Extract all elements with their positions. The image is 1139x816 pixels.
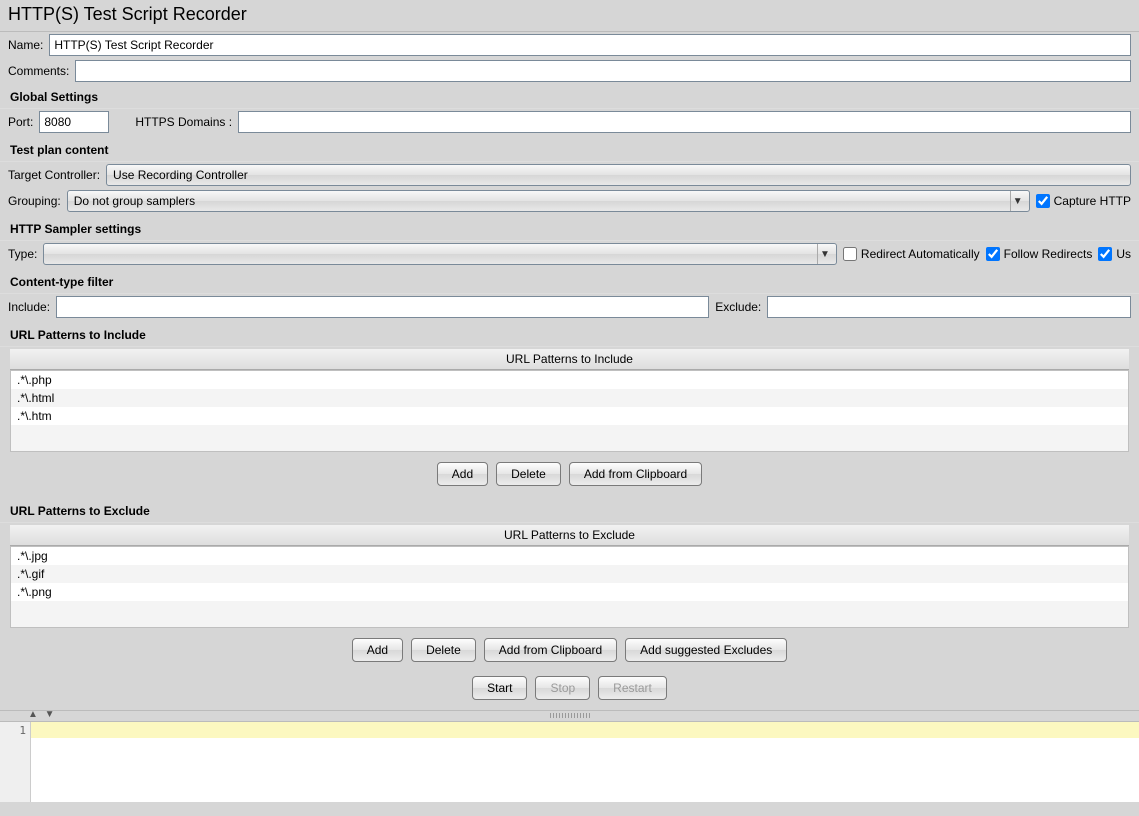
port-input[interactable] — [39, 111, 109, 133]
grouping-value: Do not group samplers — [72, 194, 1010, 208]
include-input[interactable] — [56, 296, 709, 318]
use-keepalive-checkbox[interactable] — [1098, 247, 1112, 261]
name-input[interactable] — [49, 34, 1131, 56]
grouping-label: Grouping: — [8, 194, 61, 208]
capture-http-label: Capture HTTP — [1054, 194, 1131, 208]
global-heading: Global Settings — [0, 84, 1139, 108]
https-domains-label: HTTPS Domains : — [135, 115, 232, 129]
include-add-button[interactable]: Add — [437, 462, 488, 486]
target-controller-label: Target Controller: — [8, 168, 100, 182]
redirect-auto-label: Redirect Automatically — [861, 247, 980, 261]
capture-http-checkbox[interactable] — [1036, 194, 1050, 208]
split-arrows-icon: ▲ ▼ — [28, 709, 57, 720]
table-row[interactable]: .*\.gif — [11, 565, 1128, 583]
follow-redirects-label: Follow Redirects — [1004, 247, 1093, 261]
exclude-delete-button[interactable]: Delete — [411, 638, 476, 662]
ctfilter-heading: Content-type filter — [0, 269, 1139, 293]
use-keepalive-label: Us — [1116, 247, 1131, 261]
log-selection — [31, 722, 1139, 738]
exclude-table-header: URL Patterns to Exclude — [10, 525, 1129, 546]
exclude-suggested-button[interactable]: Add suggested Excludes — [625, 638, 787, 662]
restart-button[interactable]: Restart — [598, 676, 667, 700]
chevron-down-icon: ▼ — [817, 244, 832, 264]
include-patterns-heading: URL Patterns to Include — [0, 322, 1139, 346]
split-handle[interactable]: ▲ ▼ — [0, 710, 1139, 722]
table-row[interactable]: .*\.html — [11, 389, 1128, 407]
log-line-number: 1 — [0, 724, 26, 737]
grouping-select[interactable]: Do not group samplers ▼ — [67, 190, 1030, 212]
exclude-add-button[interactable]: Add — [352, 638, 403, 662]
comments-label: Comments: — [8, 64, 69, 78]
table-row[interactable]: .*\.htm — [11, 407, 1128, 425]
exclude-input[interactable] — [767, 296, 1131, 318]
sampler-heading: HTTP Sampler settings — [0, 216, 1139, 240]
https-domains-input[interactable] — [238, 111, 1131, 133]
include-clipboard-button[interactable]: Add from Clipboard — [569, 462, 702, 486]
log-gutter: 1 — [0, 722, 31, 802]
redirect-auto-checkbox[interactable] — [843, 247, 857, 261]
port-label: Port: — [8, 115, 33, 129]
type-select[interactable]: ▼ — [43, 243, 837, 265]
log-body[interactable] — [31, 722, 1139, 802]
include-table-header: URL Patterns to Include — [10, 349, 1129, 370]
start-button[interactable]: Start — [472, 676, 527, 700]
chevron-down-icon: ▼ — [1010, 191, 1025, 211]
include-label: Include: — [8, 300, 50, 314]
comments-input[interactable] — [75, 60, 1131, 82]
include-delete-button[interactable]: Delete — [496, 462, 561, 486]
type-label: Type: — [8, 247, 37, 261]
exclude-clipboard-button[interactable]: Add from Clipboard — [484, 638, 617, 662]
exclude-label: Exclude: — [715, 300, 761, 314]
target-controller-select[interactable]: Use Recording Controller — [106, 164, 1131, 186]
stop-button[interactable]: Stop — [535, 676, 590, 700]
target-controller-value: Use Recording Controller — [111, 168, 1126, 182]
table-row[interactable]: .*\.jpg — [11, 547, 1128, 565]
exclude-patterns-heading: URL Patterns to Exclude — [0, 498, 1139, 522]
follow-redirects-checkbox[interactable] — [986, 247, 1000, 261]
name-label: Name: — [8, 38, 43, 52]
table-row-empty[interactable] — [11, 425, 1128, 451]
page-title: HTTP(S) Test Script Recorder — [0, 0, 1139, 32]
split-grip-icon — [550, 713, 590, 718]
table-row[interactable]: .*\.php — [11, 371, 1128, 389]
table-row-empty[interactable] — [11, 601, 1128, 627]
plan-heading: Test plan content — [0, 137, 1139, 161]
table-row[interactable]: .*\.png — [11, 583, 1128, 601]
